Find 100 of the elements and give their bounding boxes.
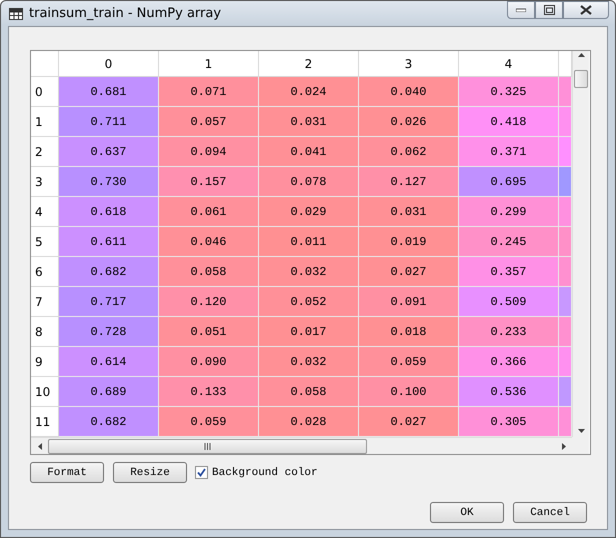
row-header[interactable]: 8 — [31, 317, 59, 347]
table-cell: 0.051 — [159, 317, 259, 347]
row-header[interactable]: 6 — [31, 257, 59, 287]
table-cell: 0.730 — [59, 167, 159, 197]
table-cell: 0.032 — [259, 347, 359, 377]
table-cell: 0.029 — [259, 197, 359, 227]
table-cell: 0.059 — [359, 347, 459, 377]
table-cell: 0.717 — [59, 287, 159, 317]
table-cell: 0.059 — [159, 407, 259, 437]
table-cell: 0.011 — [259, 227, 359, 257]
table-cell: 0.027 — [359, 257, 459, 287]
grip-icon — [204, 442, 211, 450]
scroll-down-icon[interactable] — [578, 429, 585, 433]
table-cell: 0.032 — [259, 257, 359, 287]
close-button[interactable] — [563, 1, 609, 19]
scroll-thumb[interactable] — [574, 70, 588, 88]
table-cell: 0.366 — [459, 347, 559, 377]
table-cell: 0.127 — [359, 167, 459, 197]
table-cell: 0.041 — [259, 137, 359, 167]
row-header[interactable]: 10 — [31, 377, 59, 407]
table-cell: 0.637 — [59, 137, 159, 167]
close-icon — [580, 5, 592, 15]
dialog-button[interactable]: OK — [430, 502, 504, 523]
horizontal-scrollbar[interactable] — [31, 437, 572, 454]
toolbar-button[interactable]: Format — [30, 462, 104, 483]
row-header[interactable]: 11 — [31, 407, 59, 437]
table-cell: 0.090 — [159, 347, 259, 377]
table-cell: 0.611 — [59, 227, 159, 257]
table-cell: 0.027 — [359, 407, 459, 437]
row-header[interactable]: 3 — [31, 167, 59, 197]
table-cell: 0.133 — [159, 377, 259, 407]
dialog-button[interactable]: Cancel — [513, 502, 587, 523]
scroll-thumb[interactable] — [48, 438, 367, 454]
table-cell: 0.711 — [59, 107, 159, 137]
table-cell: 0.299 — [459, 197, 559, 227]
table-cell: 0.024 — [259, 77, 359, 107]
minimize-button[interactable] — [507, 1, 535, 19]
table-cell: 0.058 — [259, 377, 359, 407]
table-cell: 0.061 — [159, 197, 259, 227]
table-cell: 0.028 — [259, 407, 359, 437]
checkbox-label: Background color — [212, 466, 318, 478]
toolbar-button[interactable]: Resize — [113, 462, 187, 483]
window-title: trainsum_train - NumPy array — [29, 6, 222, 21]
minimize-icon — [516, 8, 526, 12]
column-header[interactable]: 4 — [459, 51, 559, 77]
row-header[interactable]: 7 — [31, 287, 59, 317]
table-cell: 0.618 — [59, 197, 159, 227]
table-cell: 0.019 — [359, 227, 459, 257]
table-cell: 0.091 — [359, 287, 459, 317]
table-cell: 0.094 — [159, 137, 259, 167]
table-cell: 0.509 — [459, 287, 559, 317]
row-header[interactable]: 1 — [31, 107, 59, 137]
table-cell: 0.052 — [259, 287, 359, 317]
table-cell: 0.046 — [159, 227, 259, 257]
maximize-icon — [544, 5, 554, 15]
row-header[interactable]: 4 — [31, 197, 59, 227]
table-cell: 0.078 — [259, 167, 359, 197]
table-cell: 0.418 — [459, 107, 559, 137]
table-cell: 0.018 — [359, 317, 459, 347]
table-cell: 0.371 — [459, 137, 559, 167]
table-cell: 0.728 — [59, 317, 159, 347]
scroll-left-icon[interactable] — [38, 442, 42, 450]
table-cell: 0.026 — [359, 107, 459, 137]
table-cell: 0.058 — [159, 257, 259, 287]
column-header[interactable]: 1 — [159, 51, 259, 77]
scroll-up-icon[interactable] — [578, 53, 585, 57]
row-header[interactable]: 5 — [31, 227, 59, 257]
table-cell: 0.536 — [459, 377, 559, 407]
table-cell: 0.689 — [59, 377, 159, 407]
table-cell: 0.062 — [359, 137, 459, 167]
table-cell: 0.031 — [259, 107, 359, 137]
table-cell: 0.040 — [359, 77, 459, 107]
table-cell: 0.157 — [159, 167, 259, 197]
column-header[interactable]: 2 — [259, 51, 359, 77]
row-header[interactable]: 9 — [31, 347, 59, 377]
table-cell: 0.681 — [59, 77, 159, 107]
checkbox[interactable] — [195, 466, 208, 479]
table-cell: 0.245 — [459, 227, 559, 257]
table-cell: 0.614 — [59, 347, 159, 377]
column-header[interactable]: 3 — [359, 51, 459, 77]
table-cell: 0.682 — [59, 257, 159, 287]
table-cell: 0.100 — [359, 377, 459, 407]
table-cell: 0.031 — [359, 197, 459, 227]
table-cell: 0.305 — [459, 407, 559, 437]
row-header[interactable]: 0 — [31, 77, 59, 107]
table-cell: 0.682 — [59, 407, 159, 437]
column-header[interactable]: 0 — [59, 51, 159, 77]
table-cell: 0.357 — [459, 257, 559, 287]
table-cell: 0.120 — [159, 287, 259, 317]
maximize-button[interactable] — [535, 1, 563, 19]
table-icon — [9, 8, 23, 20]
table-cell: 0.233 — [459, 317, 559, 347]
table-cell: 0.057 — [159, 107, 259, 137]
table-cell: 0.325 — [459, 77, 559, 107]
row-header[interactable]: 2 — [31, 137, 59, 167]
table-cell: 0.071 — [159, 77, 259, 107]
table-cell: 0.695 — [459, 167, 559, 197]
vertical-scrollbar[interactable] — [572, 51, 589, 437]
scroll-right-icon[interactable] — [562, 442, 566, 450]
table-cell: 0.017 — [259, 317, 359, 347]
